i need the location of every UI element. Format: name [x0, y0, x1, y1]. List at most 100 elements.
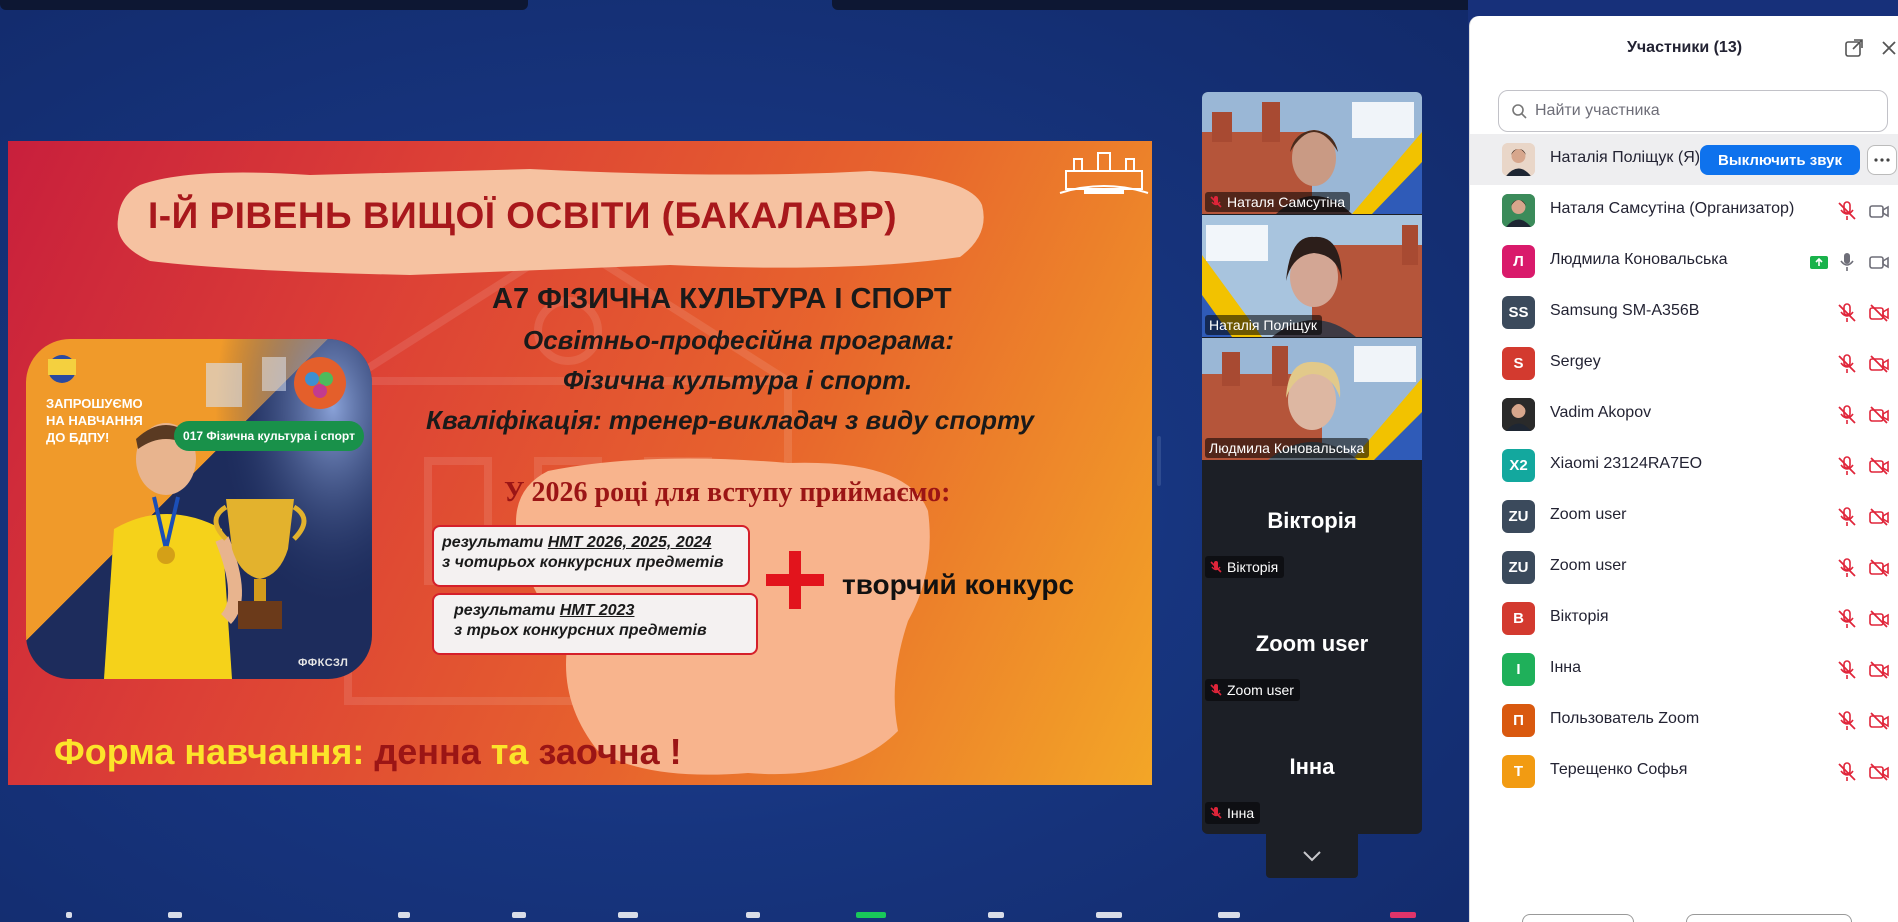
- avatar: X2: [1502, 449, 1535, 482]
- athlete-with-trophy-image: [48, 339, 372, 679]
- mic-off-icon[interactable]: [1836, 608, 1858, 630]
- participant-row[interactable]: Vadim Akopov: [1470, 389, 1898, 440]
- toolbar-icon-stub: [398, 912, 410, 918]
- box1-link: НМТ 2026, 2025, 2024: [547, 534, 712, 551]
- box2-link: НМТ 2023: [559, 602, 635, 619]
- participant-row[interactable]: X2 Xiaomi 23124RA7EO: [1470, 440, 1898, 491]
- mic-off-icon[interactable]: [1836, 506, 1858, 528]
- participant-name: Людмила Коновальська: [1550, 251, 1728, 268]
- toolbar-icon-stub: [1096, 912, 1122, 918]
- participant-name: Xiaomi 23124RA7EO: [1550, 455, 1703, 472]
- form-day: денна: [374, 731, 481, 772]
- participant-row[interactable]: Наталія Поліщук (Я) Выключить звук: [1470, 134, 1898, 185]
- top-toolbar-left: [0, 0, 528, 10]
- tile-name-label: Інна: [1205, 802, 1261, 824]
- close-icon[interactable]: [1880, 38, 1898, 58]
- avatar: Т: [1502, 755, 1535, 788]
- poster-program-pill: 017 Фізична культура і спорт: [174, 421, 364, 451]
- nmt-2023-box: результати НМТ 2023 з трьох конкурсних п…: [432, 593, 758, 655]
- participant-row[interactable]: ZU Zoom user: [1470, 491, 1898, 542]
- video-on-icon[interactable]: [1868, 200, 1890, 222]
- tile-name: Наталя Самсутіна: [1227, 194, 1345, 210]
- participants-panel: Участники (13) Наталія Поліщук (Я)Выключ…: [1469, 16, 1898, 922]
- mic-off-icon[interactable]: [1836, 761, 1858, 783]
- mic-off-icon[interactable]: [1836, 557, 1858, 579]
- form-label: Форма навчання:: [54, 731, 365, 772]
- mic-off-icon[interactable]: [1836, 353, 1858, 375]
- search-input[interactable]: [1535, 102, 1855, 120]
- poster-tag: ФФКСЗЛ: [298, 657, 349, 669]
- video-off-icon[interactable]: [1868, 353, 1890, 375]
- panel-footer-button[interactable]: [1686, 914, 1852, 922]
- participant-row[interactable]: S Sergey: [1470, 338, 1898, 389]
- participant-row[interactable]: ZU Zoom user: [1470, 542, 1898, 593]
- video-off-icon[interactable]: [1868, 404, 1890, 426]
- tile-name-label: Наталя Самсутіна: [1205, 192, 1350, 212]
- mic-off-icon: [1210, 684, 1222, 696]
- poster-invite-text: ЗАПРОШУЄМО НА НАВЧАННЯ ДО БДПУ!: [46, 395, 143, 446]
- video-off-icon[interactable]: [1868, 557, 1890, 579]
- avatar: SS: [1502, 296, 1535, 329]
- video-off-icon[interactable]: [1868, 710, 1890, 732]
- video-off-icon[interactable]: [1868, 506, 1890, 528]
- toolbar-icon-stub: [618, 912, 638, 918]
- mute-self-button[interactable]: Выключить звук: [1700, 145, 1860, 175]
- participant-name: Zoom user: [1550, 557, 1627, 574]
- study-form-line: Форма навчання: денна та заочна !: [54, 731, 682, 773]
- video-off-icon[interactable]: [1868, 659, 1890, 681]
- participant-name: Інна: [1550, 659, 1582, 676]
- mic-off-icon[interactable]: [1836, 302, 1858, 324]
- toolbar-icon-stub: [66, 912, 72, 918]
- tile-name: Людмила Коновальська: [1209, 440, 1365, 456]
- mic-off-icon[interactable]: [1836, 200, 1858, 222]
- video-off-icon[interactable]: [1868, 455, 1890, 477]
- video-tile-active-speaker[interactable]: Людмила Коновальська: [1202, 338, 1422, 460]
- toolbar-icon-stub: [1218, 912, 1240, 918]
- panel-footer-button[interactable]: [1522, 914, 1634, 922]
- admission-heading: У 2026 році для вступу приймаємо:: [504, 477, 951, 508]
- popout-icon[interactable]: [1844, 38, 1864, 58]
- video-off-icon[interactable]: [1868, 302, 1890, 324]
- creative-contest-text: творчий конкурс: [842, 569, 1075, 600]
- name-tile[interactable]: Інна Інна: [1202, 710, 1422, 832]
- video-on-icon[interactable]: [1868, 251, 1890, 273]
- participant-row[interactable]: П Пользователь Zoom: [1470, 695, 1898, 746]
- chevron-down-icon: [1303, 851, 1321, 862]
- name-tile[interactable]: Zoom user Zoom user: [1202, 587, 1422, 709]
- participant-row[interactable]: В Вікторія: [1470, 593, 1898, 644]
- participant-search[interactable]: [1498, 90, 1888, 132]
- mic-off-icon[interactable]: [1836, 404, 1858, 426]
- name-tile-display: Вікторія: [1267, 508, 1357, 533]
- participant-row[interactable]: Т Терещенко Софья: [1470, 746, 1898, 797]
- participant-name: Терещенко Софья: [1550, 761, 1688, 778]
- mic-off-icon[interactable]: [1836, 659, 1858, 681]
- participant-row[interactable]: SS Samsung SM-A356B: [1470, 287, 1898, 338]
- participant-name: Пользователь Zoom: [1550, 710, 1700, 727]
- mic-off-icon: [1210, 196, 1222, 208]
- participant-row[interactable]: І Інна: [1470, 644, 1898, 695]
- tile-name-label: Zoom user: [1205, 679, 1300, 701]
- avatar: П: [1502, 704, 1535, 737]
- participant-row[interactable]: Л Людмила Коновальська: [1470, 236, 1898, 287]
- mic-on-icon[interactable]: [1836, 251, 1858, 273]
- gallery-scroll-down-button[interactable]: [1266, 834, 1358, 878]
- meeting-stage: І-Й РІВЕНЬ ВИЩОЇ ОСВІТИ (БАКАЛАВР) А7 ФІ…: [0, 0, 1468, 922]
- participant-name: Samsung SM-A356B: [1550, 302, 1700, 319]
- video-off-icon[interactable]: [1868, 608, 1890, 630]
- mic-off-icon[interactable]: [1836, 455, 1858, 477]
- resize-handle[interactable]: [1157, 436, 1161, 486]
- more-icon[interactable]: [1867, 145, 1897, 175]
- participant-row[interactable]: Наталя Самсутіна (Организатор): [1470, 185, 1898, 236]
- name-tile[interactable]: Вікторія Вікторія: [1202, 464, 1422, 586]
- tile-name: Zoom user: [1227, 682, 1294, 698]
- mic-off-icon[interactable]: [1836, 710, 1858, 732]
- video-tile[interactable]: Наталя Самсутіна: [1202, 92, 1422, 214]
- name-tile-display: Zoom user: [1255, 631, 1369, 656]
- avatar: [1502, 194, 1535, 227]
- video-tile[interactable]: Наталія Поліщук: [1202, 215, 1422, 337]
- avatar: ZU: [1502, 551, 1535, 584]
- invite-line: ЗАПРОШУЄМО: [46, 396, 143, 411]
- video-off-icon[interactable]: [1868, 761, 1890, 783]
- toolbar-icon-stub: [988, 912, 1004, 918]
- shared-screen-slide[interactable]: І-Й РІВЕНЬ ВИЩОЇ ОСВІТИ (БАКАЛАВР) А7 ФІ…: [8, 141, 1152, 785]
